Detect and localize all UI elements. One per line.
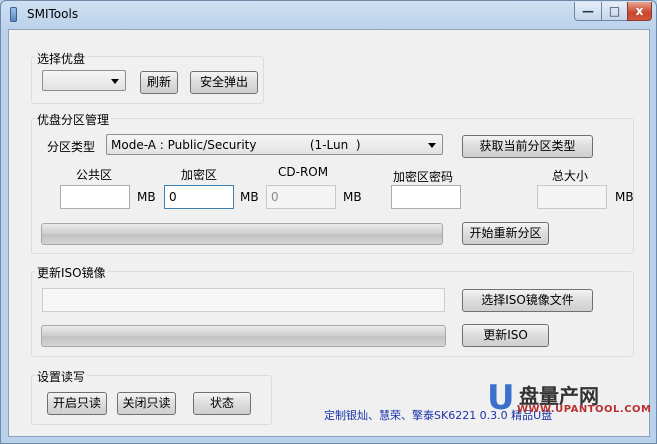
total-size-input (537, 185, 607, 209)
public-area-input[interactable] (60, 185, 130, 209)
readonly-title: 设置读写 (35, 368, 88, 385)
partition-progress-bar (41, 223, 443, 245)
total-size-unit: MB (615, 190, 634, 204)
encrypted-area-unit: MB (240, 190, 259, 204)
select-iso-button[interactable]: 选择ISO镜像文件 (462, 289, 593, 312)
app-window: SMITools — □ x 选择优盘 刷新 安全弹出 优盘分区管理 分区类型 … (0, 0, 657, 444)
public-area-label: 公共区 (76, 168, 113, 182)
password-label: 加密区密码 (393, 170, 454, 184)
watermark-url: WWW.UPANTOOL.COM (517, 404, 652, 415)
start-partition-button[interactable]: 开始重新分区 (462, 222, 549, 245)
minimize-button[interactable]: — (574, 2, 602, 21)
update-iso-button[interactable]: 更新ISO (462, 324, 549, 347)
select-disk-title: 选择优盘 (35, 50, 88, 67)
iso-path-input[interactable] (42, 288, 445, 312)
disable-readonly-button[interactable]: 关闭只读 (117, 392, 176, 415)
chevron-down-icon (428, 143, 436, 148)
password-input[interactable] (391, 185, 461, 209)
public-area-unit: MB (137, 190, 156, 204)
encrypted-area-input[interactable] (164, 185, 234, 209)
partition-type-label: 分区类型 (47, 140, 96, 154)
eject-button[interactable]: 安全弹出 (190, 71, 258, 94)
cdrom-label: CD-ROM (278, 165, 329, 179)
close-button[interactable]: x (627, 2, 652, 21)
partition-title: 优盘分区管理 (35, 111, 112, 128)
partition-type-value: Mode-A : Public/Security (1-Lun ) (111, 138, 361, 152)
maximize-button[interactable]: □ (601, 2, 628, 21)
get-partition-type-button[interactable]: 获取当前分区类型 (462, 135, 593, 158)
status-button[interactable]: 状态 (193, 392, 251, 415)
cdrom-input (266, 185, 336, 209)
total-size-label: 总大小 (552, 169, 589, 183)
watermark-letter: U (487, 378, 515, 418)
refresh-button[interactable]: 刷新 (140, 71, 178, 94)
usb-drive-icon (10, 7, 17, 22)
chevron-down-icon (111, 79, 119, 84)
encrypted-area-label: 加密区 (181, 168, 218, 182)
iso-title: 更新ISO镜像 (35, 264, 108, 281)
disk-select[interactable] (42, 70, 126, 91)
cdrom-unit: MB (343, 190, 362, 204)
window-title: SMITools (27, 7, 79, 21)
enable-readonly-button[interactable]: 开启只读 (47, 392, 107, 415)
iso-progress-bar (41, 325, 446, 347)
watermark-logo: U 盘量产网 WWW.UPANTOOL.COM (487, 378, 651, 426)
title-bar[interactable]: SMITools — □ x (1, 1, 656, 29)
partition-type-select[interactable]: Mode-A : Public/Security (1-Lun ) (106, 134, 443, 155)
client-area: 选择优盘 刷新 安全弹出 优盘分区管理 分区类型 Mode-A : Public… (8, 29, 651, 437)
